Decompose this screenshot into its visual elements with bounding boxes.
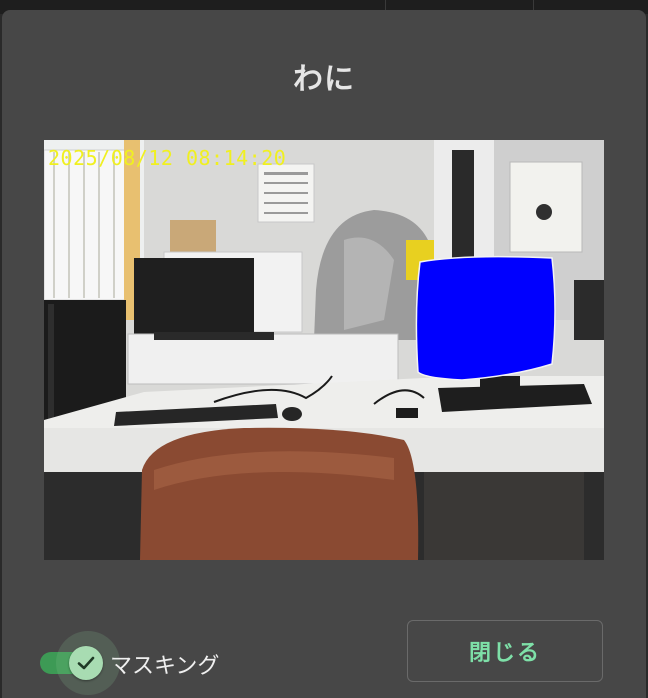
camera-dialog: わに 2025/08/12 08:14:20 マスキング 閉じる xyxy=(2,10,646,698)
checkmark-icon xyxy=(77,656,95,670)
camera-image: 2025/08/12 08:14:20 xyxy=(44,140,604,560)
masking-toggle[interactable] xyxy=(40,631,120,695)
dialog-title: わに xyxy=(293,62,355,97)
camera-scene xyxy=(44,140,604,560)
masking-label: マスキング xyxy=(110,654,220,679)
close-button[interactable]: 閉じる xyxy=(407,620,603,682)
camera-timestamp: 2025/08/12 08:14:20 xyxy=(48,146,287,170)
